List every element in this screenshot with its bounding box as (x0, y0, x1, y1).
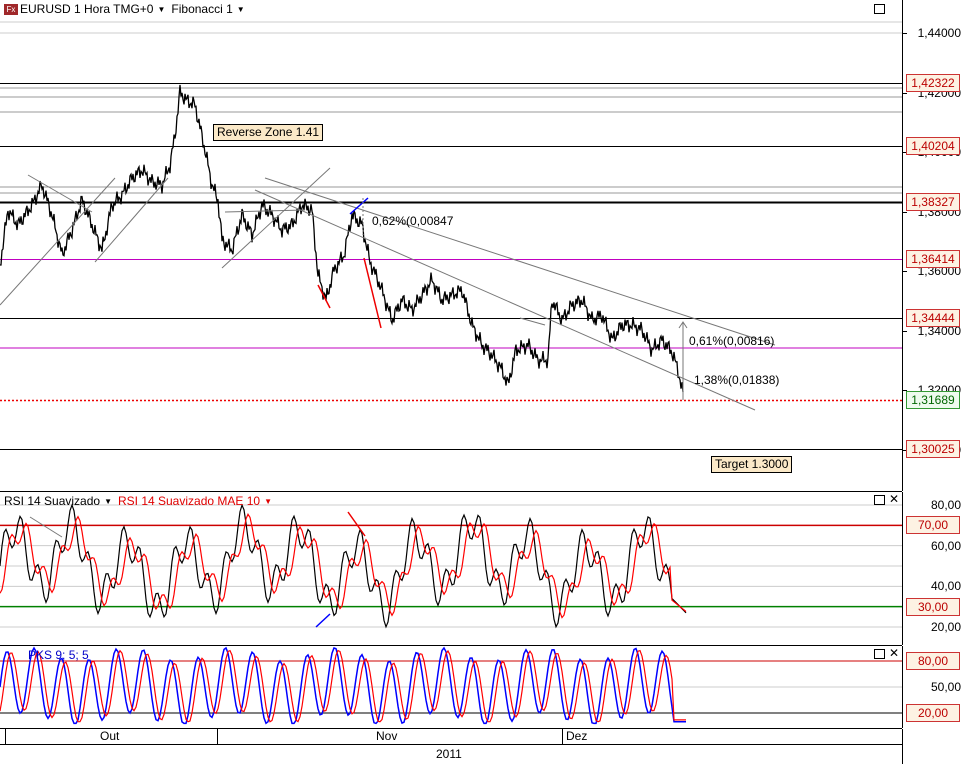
price-chart-pane[interactable]: Fx EURUSD 1 Hora TMG+0 ▼ Fibonacci 1 ▼ Rever… (0, 0, 902, 492)
price-axis[interactable]: 1,440001,420001,400001,380001,360001,340… (902, 0, 966, 491)
maximize-button[interactable] (874, 495, 885, 505)
rsi-tick-label: 40,00 (930, 579, 961, 594)
price-level-label[interactable]: 1,40204 (906, 137, 960, 156)
axis-corner (902, 729, 966, 764)
price-level-label[interactable]: 1,34444 (906, 308, 960, 327)
rsi-level-label[interactable]: 30,00 (906, 597, 960, 616)
maximize-button[interactable] (874, 649, 885, 659)
rsi-tick-label: 60,00 (930, 538, 961, 553)
month-label-nov: Nov (376, 729, 398, 743)
price-tick-mark (903, 212, 907, 213)
price-level-label[interactable]: 1,38327 (906, 192, 960, 211)
pks-series (0, 646, 686, 725)
year-axis: 2011 (0, 745, 902, 764)
red-trend-line (363, 257, 382, 329)
price-series (0, 84, 684, 393)
price-level-label[interactable]: 1,31689 (906, 390, 960, 409)
rsi-blue-trend-line (315, 613, 331, 628)
pks-axis[interactable]: 50,00 80,00 20,00 (902, 646, 966, 728)
price-tick-label: 1,44000 (917, 26, 961, 40)
price-level-label[interactable]: 1,36414 (906, 249, 960, 268)
chevron-down-icon[interactable]: ▼ (157, 5, 165, 14)
study-name[interactable]: Fibonacci 1 (171, 2, 232, 16)
month-separator (562, 729, 563, 744)
price-level-label[interactable]: 1,30025 (906, 440, 960, 459)
chart-header: Fx EURUSD 1 Hora TMG+0 ▼ Fibonacci 1 ▼ (4, 2, 251, 16)
blue-trend-line (349, 197, 369, 215)
pks-header: PKS 9; 5; 5 (28, 648, 89, 662)
red-trend-line (317, 284, 331, 309)
rsi-header: RSI 14 Suavizado ▼ RSI 14 Suavizado MAE 10… (4, 494, 278, 508)
fx-icon: Fx (4, 4, 18, 16)
price-tick-mark (903, 331, 907, 332)
close-icon[interactable]: ✕ (889, 647, 899, 659)
trend-line (519, 317, 546, 326)
chevron-down-icon[interactable]: ▼ (237, 5, 245, 14)
fib-label-1: 0,62%(0,00847 (372, 214, 454, 228)
pks-label[interactable]: PKS 9; 5; 5 (28, 648, 89, 662)
target-label[interactable]: Target 1.3000 (711, 456, 793, 473)
rsi-tick-label: 20,00 (930, 620, 961, 634)
year-label: 2011 (436, 747, 462, 761)
maximize-button[interactable] (874, 4, 885, 14)
rsi-tick-label: 80,00 (930, 498, 961, 512)
price-chart (0, 21, 902, 450)
month-label-out: Out (100, 729, 120, 743)
rsi-level-label[interactable]: 70,00 (906, 516, 960, 535)
close-icon[interactable]: ✕ (889, 493, 899, 505)
reverse-zone-label[interactable]: Reverse Zone 1.41 (213, 124, 324, 141)
rsi-trend-line (29, 516, 63, 538)
price-tick-mark (903, 93, 907, 94)
price-level-label[interactable]: 1,42322 (906, 73, 960, 92)
chevron-down-icon[interactable]: ▼ (264, 497, 272, 506)
pks-tick-label: 50,00 (930, 680, 961, 694)
fib-label-3: 1,38%(0,01838) (694, 373, 780, 387)
rsi-ma-label[interactable]: RSI 14 Suavizado MAE 10 (118, 494, 260, 508)
rsi-chart (0, 503, 902, 629)
month-separator (5, 729, 6, 744)
chevron-down-icon[interactable]: ▼ (104, 497, 112, 506)
pks-chart (0, 646, 902, 725)
month-label-dez: Dez (566, 729, 588, 743)
pks-pane[interactable]: PKS 9; 5; 5 ✕ (0, 646, 902, 729)
date-axis[interactable]: Out Nov Dez (0, 729, 902, 745)
month-separator (217, 729, 218, 744)
fib-label-2: 0,61%(0,00816) (689, 334, 775, 348)
pks-level-label[interactable]: 80,00 (906, 652, 960, 670)
trend-line (94, 177, 169, 263)
rsi-pane[interactable]: RSI 14 Suavizado ▼ RSI 14 Suavizado MAE 10… (0, 492, 902, 646)
pks-level-label[interactable]: 20,00 (906, 704, 960, 722)
rsi-label[interactable]: RSI 14 Suavizado (4, 494, 100, 508)
rsi-axis[interactable]: 80,00 60,00 40,00 20,00 70,00 30,00 (902, 492, 966, 645)
price-tick-mark (903, 33, 907, 34)
rsi-red-trend-line (347, 511, 366, 537)
chart-title[interactable]: EURUSD 1 Hora TMG+0 (20, 2, 153, 16)
price-tick-mark (903, 271, 907, 272)
